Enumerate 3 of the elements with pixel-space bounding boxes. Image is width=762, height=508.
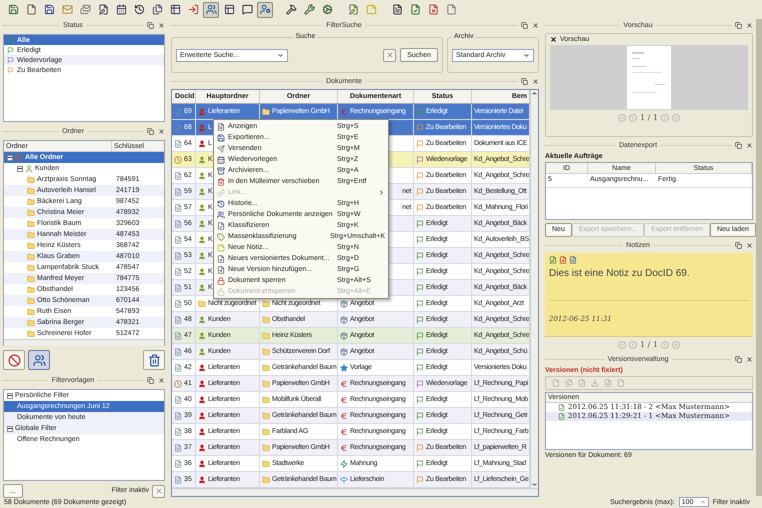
page-indicator: 1 / 1: [640, 112, 658, 124]
note-text: Dies ist eine Notiz zu DocID 69.: [549, 267, 691, 281]
page-indicator: 1 / 1: [640, 339, 658, 351]
